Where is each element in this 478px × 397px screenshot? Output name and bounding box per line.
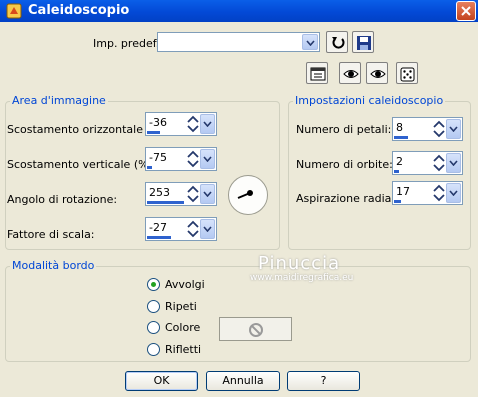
rotation-dial[interactable] [228,175,268,215]
preset-dropdown-button[interactable] [302,34,318,50]
chevron-down-icon [449,190,458,196]
scale-factor-value: -27 [149,221,167,234]
spinner-up-down-icon[interactable] [187,150,199,168]
app-icon [6,3,22,19]
rotation-angle-bar [147,201,184,204]
close-icon [461,6,471,16]
undo-icon [332,37,345,49]
radio-button[interactable] [147,321,160,334]
radial-suction-dropdown[interactable] [446,183,461,203]
proof-eye-button[interactable] [339,62,361,84]
save-preset-button[interactable] [352,31,374,53]
cancel-button[interactable]: Annulla [206,371,280,391]
chevron-down-icon [203,121,212,127]
horizontal-offset-input[interactable]: -36 [145,112,217,136]
dice-icon [400,67,415,82]
disabled-icon [249,323,263,337]
orbits-label: Numero di orbite: [296,158,393,171]
radio-button[interactable] [147,278,160,291]
spinner-up-down-icon[interactable] [433,184,445,202]
radio-button[interactable] [147,343,160,356]
radio-label: Rifletti [165,343,202,356]
window-title: Caleidoscopio [28,3,130,18]
rotation-angle-value: 253 [149,186,170,199]
chevron-down-icon [306,40,315,46]
spinner-up-down-icon[interactable] [433,154,445,172]
modalita-bordo-title: Modalità bordo [10,259,97,272]
kaleidoscope-dialog: Caleidoscopio Imp. predef.: Area d'immag… [0,0,478,397]
auto-proof-button[interactable] [366,62,388,84]
orbits-value: 2 [396,155,403,168]
radio-label: Colore [165,321,201,334]
chevron-down-icon [203,226,212,232]
radial-suction-input[interactable]: 17 [392,181,463,205]
rotation-angle-label: Angolo di rotazione: [7,193,118,206]
petals-bar [394,136,408,139]
vertical-offset-dropdown[interactable] [200,149,215,169]
vertical-offset-bar [147,166,152,169]
rotation-angle-input[interactable]: 253 [145,182,217,206]
ok-button[interactable]: OK [125,371,198,391]
orbits-dropdown[interactable] [446,153,461,173]
spinner-up-down-icon[interactable] [187,185,199,203]
petals-dropdown[interactable] [446,119,461,139]
rotation-angle-dropdown[interactable] [200,184,215,204]
radial-suction-value: 17 [396,185,410,198]
spinner-up-down-icon[interactable] [433,120,445,138]
orbits-input[interactable]: 2 [392,151,463,175]
window-icon [310,67,326,81]
eye-icon [343,70,359,78]
horizontal-offset-dropdown[interactable] [200,114,215,134]
scale-factor-label: Fattore di scala: [7,228,95,241]
radio-label: Avvolgi [165,278,205,291]
impostazioni-title: Impostazioni caleidoscopio [293,94,446,107]
petals-value: 8 [396,121,403,134]
floppy-disk-icon [357,36,371,50]
reset-preset-button[interactable] [326,31,348,53]
preset-label: Imp. predef.: [93,37,163,50]
spinner-up-down-icon[interactable] [187,220,199,238]
dial-needle-icon [237,190,253,199]
scale-factor-bar [147,236,171,239]
watermark-site: www.maidiregrafica.eu [250,273,354,283]
preview-layout-button[interactable] [306,62,328,84]
radial-suction-bar [394,200,401,203]
vertical-offset-value: -75 [149,151,167,164]
watermark-name: Pinuccia [258,253,341,274]
chevron-down-icon [203,191,212,197]
preset-select[interactable] [157,32,320,52]
horizontal-offset-bar [147,131,160,134]
modalita-bordo-group: Modalità bordo [5,259,471,362]
scale-factor-input[interactable]: -27 [145,217,217,241]
title-bar[interactable]: Caleidoscopio [0,0,478,22]
chevron-down-icon [449,160,458,166]
area-immagine-title: Area d'immagine [10,94,108,107]
radio-selected-dot [151,282,156,287]
horizontal-offset-value: -36 [149,116,167,129]
help-button[interactable]: ? [287,371,360,391]
scale-factor-dropdown[interactable] [200,219,215,239]
chevron-down-icon [203,156,212,162]
eye-icon [370,70,386,78]
vertical-offset-label: Scostamento verticale (%): [7,158,157,171]
radio-button[interactable] [147,300,160,313]
spinner-up-down-icon[interactable] [187,115,199,133]
chevron-down-icon [449,126,458,132]
radio-label: Ripeti [165,300,197,313]
border-color-swatch[interactable] [219,317,292,341]
petals-label: Numero di petali: [296,123,392,136]
radial-suction-label: Aspirazione radiale: [296,192,405,205]
close-button[interactable] [456,1,476,21]
randomize-button[interactable] [396,62,418,84]
vertical-offset-input[interactable]: -75 [145,147,217,171]
petals-input[interactable]: 8 [392,117,463,141]
orbits-bar [394,170,399,173]
